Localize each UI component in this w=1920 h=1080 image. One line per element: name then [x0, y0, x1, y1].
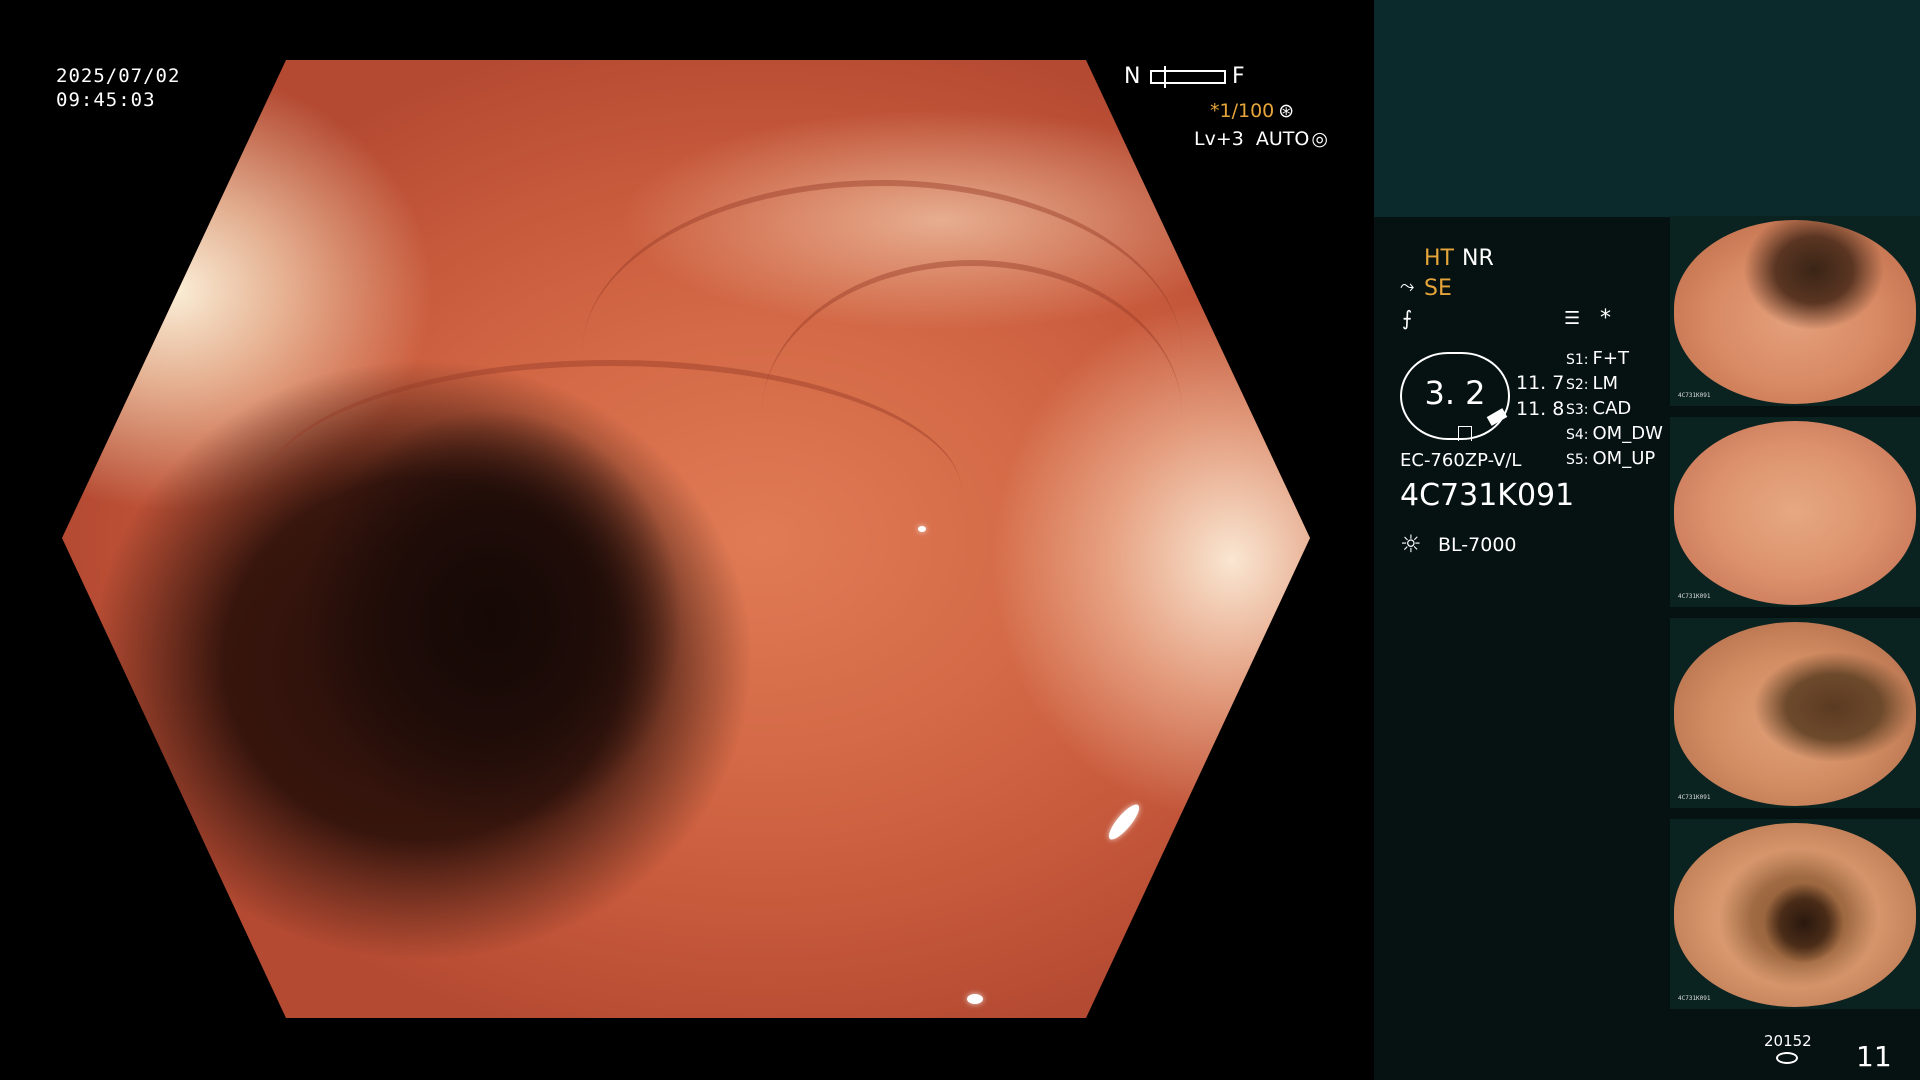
light-source-icon: ☼ — [1400, 530, 1422, 558]
auto-label: AUTO — [1255, 128, 1310, 150]
gauge: 3. 2 — [1400, 352, 1510, 441]
scope-model: EC-760ZP-V/L — [1400, 450, 1522, 471]
se-label: SE — [1424, 276, 1452, 301]
reading-1: 11. 7 — [1516, 372, 1565, 394]
thumbnail-image — [1674, 622, 1916, 806]
ht-label: HT — [1424, 246, 1454, 271]
scope-serial: 4C731K091 — [1400, 478, 1575, 513]
near-label: N — [1124, 64, 1141, 89]
light-reflection — [1104, 800, 1144, 844]
gauge-value: 3. 2 — [1424, 374, 1486, 412]
thumbnail-image — [1674, 823, 1916, 1007]
slot-row: S1: F+T — [1566, 348, 1629, 369]
slot-row: S3: CAD — [1566, 398, 1632, 419]
light-source-model: BL-7000 — [1438, 534, 1517, 556]
iris-icon: ◎ — [1311, 128, 1328, 150]
level-value: Lv+3 — [1194, 128, 1244, 150]
image-count: 11 — [1856, 1040, 1892, 1073]
reading-2: 11. 8 — [1516, 398, 1565, 420]
info-panel-header-block — [1374, 0, 1920, 217]
near-far-bar — [1150, 70, 1226, 84]
near-far-marker — [1164, 66, 1166, 88]
slot-row: S2: LM — [1566, 373, 1619, 394]
thumbnail-caption: 4C731K091 — [1678, 995, 1711, 1002]
shutter-icon: ⊛ — [1278, 100, 1295, 122]
near-far-indicator: N F — [1124, 64, 1254, 89]
thumbnail-image — [1674, 220, 1916, 404]
endoscope-view: 2025/07/02 09:45:03 N F *1/100 ⊛ Lv+3 AUT… — [0, 0, 1372, 1080]
slot-row: S5: OM_UP — [1566, 448, 1656, 469]
thumbnail-caption: 4C731K091 — [1678, 794, 1711, 801]
mucosal-fold — [762, 260, 1182, 566]
thumbnail-caption: 4C731K091 — [1678, 392, 1711, 399]
gauge-box-icon — [1458, 426, 1472, 441]
endoscopic-image — [62, 60, 1310, 1018]
shutter-readout: *1/100 ⊛ — [1210, 100, 1294, 122]
thumbnail[interactable]: 4C731K091 — [1670, 618, 1920, 808]
thumbnail[interactable]: 4C731K091 — [1670, 417, 1920, 607]
date-time-stamp: 2025/07/02 09:45:03 — [56, 64, 180, 112]
thumbnail[interactable]: 4C731K091 — [1670, 819, 1920, 1009]
far-label: F — [1232, 64, 1245, 89]
thumbnail-caption: 4C731K091 — [1678, 593, 1711, 600]
nr-label: NR — [1462, 246, 1494, 271]
date-label: 2025/07/02 — [56, 65, 181, 87]
level-readout: Lv+3 AUTO ◎ — [1194, 128, 1328, 150]
time-label: 09:45:03 — [56, 89, 156, 111]
structure-enhance-icon: ⤳ — [1400, 276, 1415, 297]
light-reflection — [918, 526, 926, 532]
light-reflection — [967, 994, 983, 1004]
database-icon — [1776, 1052, 1798, 1064]
shutter-value: *1/100 — [1210, 100, 1275, 122]
color-enhance-icon: ⨍ — [1402, 306, 1413, 330]
storage-count: 20152 — [1764, 1032, 1812, 1050]
menu-icon: ☰ — [1564, 308, 1581, 329]
thumbnail[interactable]: 4C731K091 — [1670, 216, 1920, 406]
thumbnail-image — [1674, 421, 1916, 605]
asterisk-label: * — [1600, 306, 1611, 331]
slot-row: S4: OM_DW — [1566, 423, 1663, 444]
